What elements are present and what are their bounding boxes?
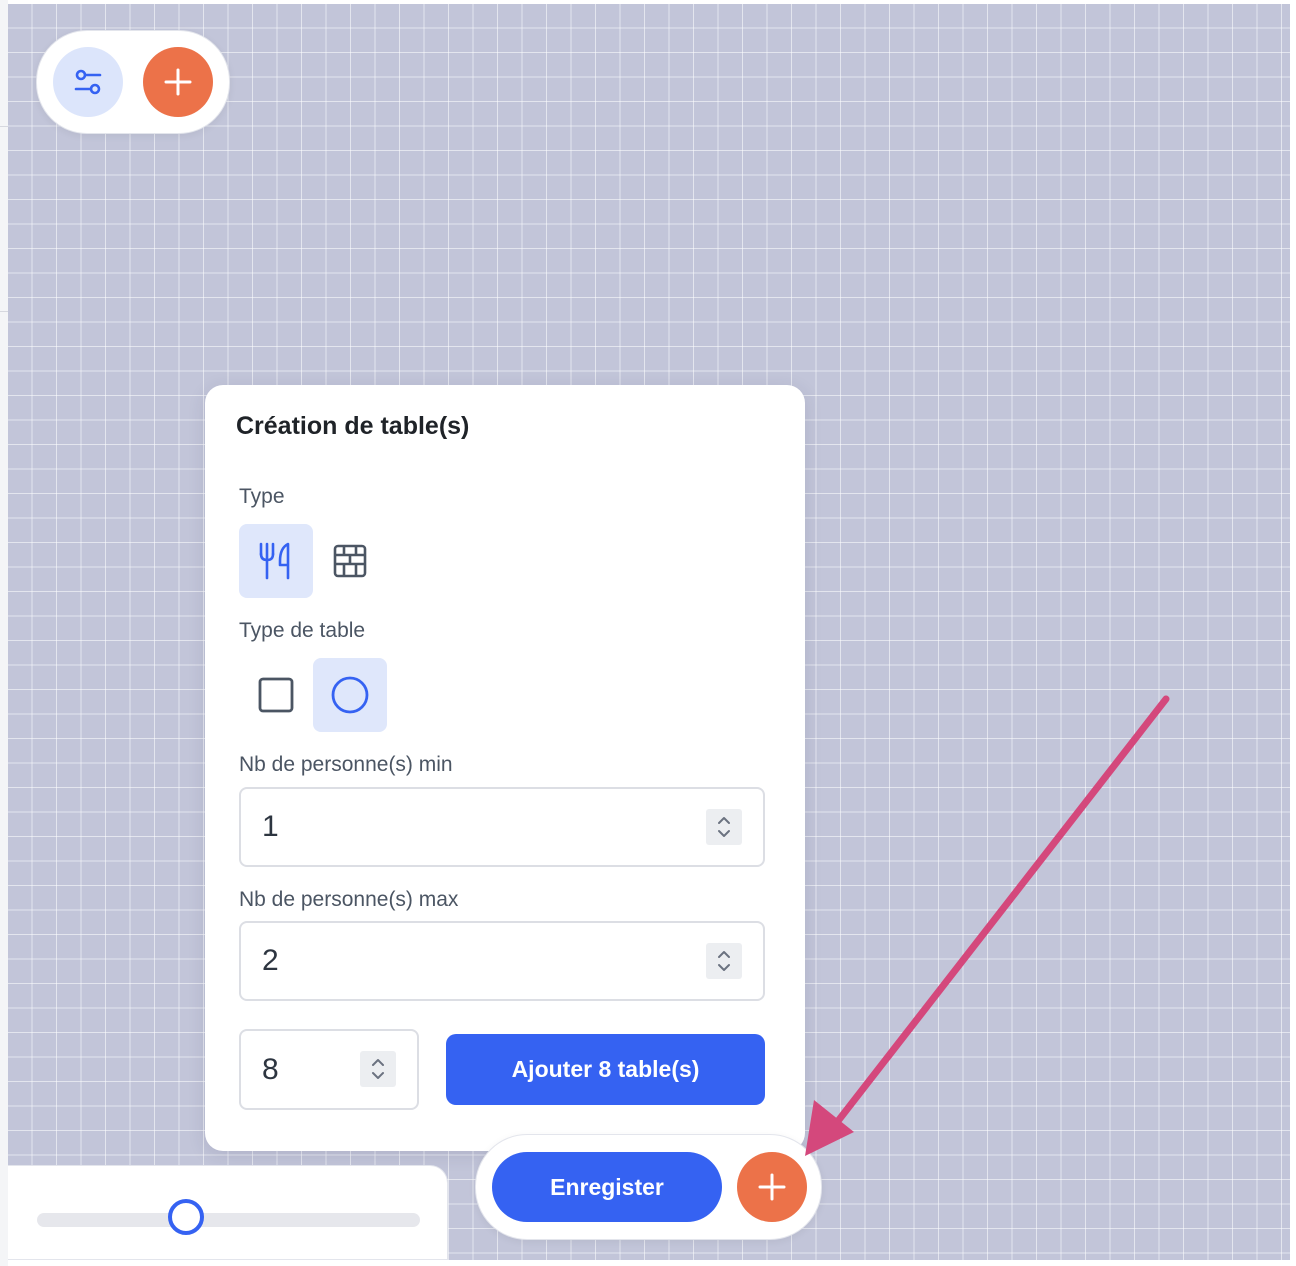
brick-wall-icon (333, 544, 367, 578)
add-button-bottom[interactable] (737, 1152, 807, 1222)
save-button[interactable]: Enregister (492, 1152, 722, 1222)
max-persons-input[interactable]: 2 (239, 921, 765, 1001)
min-persons-stepper[interactable] (706, 809, 742, 845)
min-persons-value: 1 (262, 810, 279, 843)
chevron-up-down-icon (372, 1059, 384, 1079)
circle-icon (331, 676, 369, 714)
table-count-value: 8 (262, 1052, 279, 1086)
utensils-icon (259, 542, 290, 580)
min-persons-input[interactable]: 1 (239, 787, 765, 867)
table-count-input[interactable]: 8 (239, 1029, 419, 1110)
add-button-top[interactable] (143, 47, 213, 117)
table-shape-circle[interactable] (313, 658, 387, 732)
max-persons-stepper[interactable] (706, 943, 742, 979)
table-type-label: Type de table (239, 619, 366, 642)
chevron-up-down-icon (718, 951, 730, 971)
zoom-panel (8, 1165, 448, 1260)
type-option-wall[interactable] (313, 524, 387, 598)
zoom-slider-thumb[interactable] (168, 1199, 205, 1235)
zoom-slider-track[interactable] (37, 1199, 420, 1235)
chevron-up-down-icon (718, 817, 730, 837)
min-persons-label: Nb de personne(s) min (239, 753, 453, 776)
square-icon (258, 677, 294, 713)
panel-title: Création de table(s) (236, 412, 470, 440)
plus-icon (758, 1173, 786, 1201)
plus-icon (164, 68, 192, 96)
top-toolbar (36, 30, 230, 134)
table-shape-square[interactable] (239, 658, 313, 732)
filter-button[interactable] (53, 47, 123, 117)
max-persons-label: Nb de personne(s) max (239, 888, 459, 911)
bottom-toolbar: Enregister (475, 1134, 822, 1240)
left-edge (0, 0, 8, 1266)
add-tables-button[interactable]: Ajouter 8 table(s) (446, 1034, 765, 1105)
sliders-icon (74, 69, 102, 95)
type-label: Type (239, 485, 285, 508)
table-count-stepper[interactable] (360, 1051, 396, 1087)
table-creation-panel: Création de table(s) Type Type de table (205, 385, 805, 1151)
type-option-restaurant[interactable] (239, 524, 313, 598)
max-persons-value: 2 (262, 944, 279, 977)
